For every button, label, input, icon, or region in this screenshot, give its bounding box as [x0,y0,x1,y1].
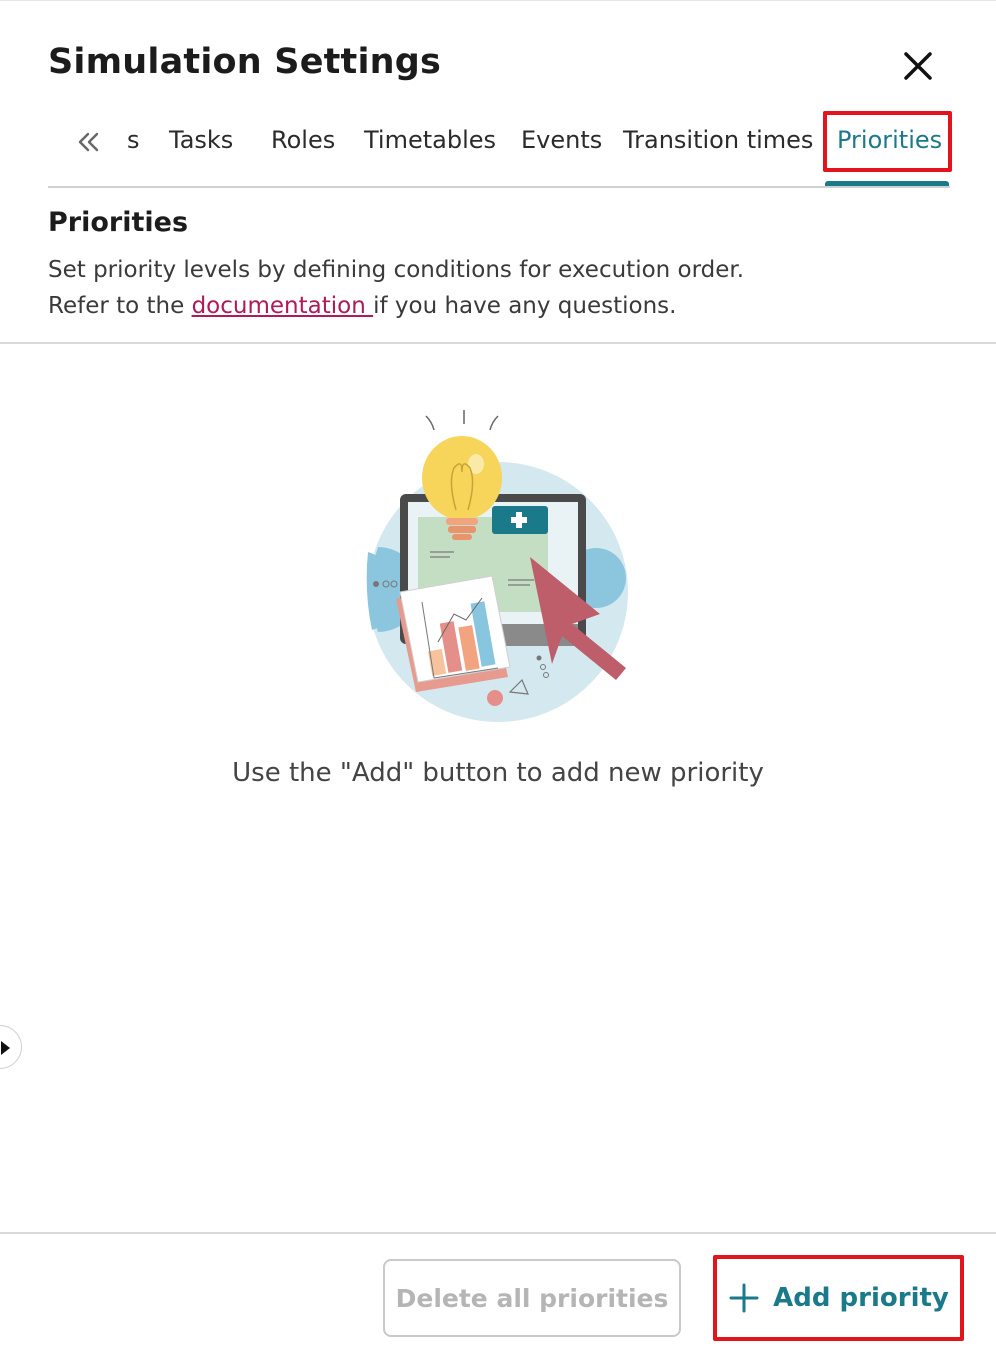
tab-roles[interactable]: Roles [271,126,335,154]
dialog-title: Simulation Settings [48,42,442,82]
empty-state-illustration [358,402,638,732]
tab-scroll-left-button[interactable] [72,128,106,158]
priorities-tab-highlight [823,111,952,172]
header-divider [0,342,996,344]
section-help-text: Refer to the documentation if you have a… [48,293,676,319]
top-border [0,0,996,1]
tab-events[interactable]: Events [521,126,602,154]
active-tab-indicator [825,181,949,186]
add-priority-highlight [713,1255,964,1341]
tab-timetables[interactable]: Timetables [364,126,496,154]
footer-divider [0,1232,996,1234]
help-text-suffix: if you have any questions. [373,293,677,319]
close-icon [904,52,932,80]
double-chevron-left-icon [78,132,99,152]
tab-tasks[interactable]: Tasks [169,126,233,154]
tab-transition-times[interactable]: Transition times [623,126,813,154]
chevron-right-icon [1,1041,10,1055]
close-button[interactable] [898,46,938,86]
documentation-link[interactable]: documentation [192,293,374,319]
delete-all-priorities-button[interactable]: Delete all priorities [383,1259,681,1337]
tab-bar-divider [48,186,950,188]
tab-resources[interactable]: s [127,126,140,154]
help-text-prefix: Refer to the [48,293,192,319]
section-title: Priorities [48,207,189,238]
empty-state-message: Use the "Add" button to add new priority [232,758,764,788]
side-panel-toggle[interactable] [0,1025,22,1069]
section-description: Set priority levels by defining conditio… [48,257,745,283]
